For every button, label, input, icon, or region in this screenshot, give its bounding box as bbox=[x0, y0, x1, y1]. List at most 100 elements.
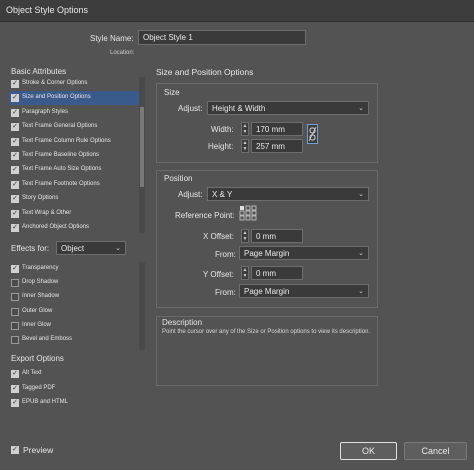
chevron-down-icon: ⌄ bbox=[358, 250, 364, 257]
y-offset-stepper[interactable]: ▲ ▼ bbox=[241, 266, 249, 280]
list-item-label: Size and Position Options bbox=[22, 94, 91, 101]
checkbox[interactable] bbox=[11, 307, 19, 316]
export-options-header: Export Options bbox=[11, 354, 64, 363]
checkbox[interactable]: ✓ bbox=[11, 152, 19, 160]
cancel-button[interactable]: Cancel bbox=[404, 442, 467, 460]
list-item[interactable]: ✓ Paragraph Styles bbox=[9, 106, 143, 120]
list-item[interactable]: Bevel and Emboss bbox=[9, 333, 143, 347]
list-item[interactable]: ✓ Alt Text bbox=[9, 367, 143, 381]
list-item[interactable]: Inner Glow bbox=[9, 319, 143, 333]
size-header: Size bbox=[164, 88, 180, 97]
checkbox[interactable]: ✓ bbox=[11, 180, 19, 189]
checkbox[interactable]: ✓ bbox=[11, 166, 19, 175]
width-label: Width: bbox=[211, 125, 234, 134]
checkbox[interactable] bbox=[11, 279, 19, 288]
checkbox[interactable]: ✓ bbox=[11, 195, 19, 204]
export-options-list: ✓ Alt Text ✓ Tagged PDF ✓ EPUB and HTML bbox=[9, 367, 145, 415]
window-title: Object Style Options bbox=[6, 5, 89, 15]
list-item-label: Text Frame Footnote Options bbox=[22, 180, 100, 187]
list-scrollbar-thumb[interactable] bbox=[140, 107, 144, 187]
reference-point-selector[interactable] bbox=[239, 205, 257, 221]
x-from-value: Page Margin bbox=[244, 249, 290, 258]
list-item[interactable]: Drop Shadow bbox=[9, 276, 143, 290]
checkbox[interactable]: ✓ bbox=[11, 123, 19, 132]
list-item-label: Text Wrap & Other bbox=[22, 209, 72, 216]
list-item-label: Paragraph Styles bbox=[22, 108, 69, 115]
y-offset-input[interactable]: 0 mm bbox=[251, 266, 303, 280]
preview-label: Preview bbox=[23, 445, 54, 455]
checkbox[interactable] bbox=[11, 321, 19, 330]
checkbox[interactable]: ✓ bbox=[11, 370, 19, 378]
effects-list: ✓ Transparency Drop Shadow Inner Shadow Oute… bbox=[9, 262, 145, 350]
constrain-proportions-toggle[interactable] bbox=[307, 124, 318, 144]
x-from-label: From: bbox=[215, 250, 236, 259]
description-header: Description bbox=[162, 318, 203, 327]
list-item[interactable]: ✓ Story Options bbox=[9, 192, 143, 206]
effects-for-select[interactable]: Object ⌄ bbox=[56, 241, 126, 255]
checkbox[interactable]: ✓ bbox=[11, 224, 19, 232]
x-from-select[interactable]: Page Margin ⌄ bbox=[239, 246, 369, 260]
x-offset-label: X Offset: bbox=[203, 232, 234, 241]
x-offset-input[interactable]: 0 mm bbox=[251, 229, 303, 243]
checkbox[interactable]: ✓ bbox=[11, 399, 19, 408]
checkbox[interactable] bbox=[11, 336, 19, 344]
checkbox[interactable]: ✓ bbox=[11, 80, 19, 88]
list-item[interactable]: Outer Glow bbox=[9, 305, 143, 319]
checkbox[interactable] bbox=[11, 293, 19, 302]
list-item-label: Inner Glow bbox=[22, 321, 52, 328]
position-header: Position bbox=[164, 174, 193, 183]
list-item[interactable]: ✓ Anchored Object Options bbox=[9, 221, 143, 233]
list-item-label: Alt Text bbox=[22, 370, 42, 376]
chevron-down-icon: ⌄ bbox=[115, 245, 121, 252]
preview-checkbox[interactable]: ✓ Preview bbox=[9, 443, 79, 457]
checkbox[interactable]: ✓ bbox=[11, 108, 19, 117]
checkbox[interactable]: ✓ bbox=[11, 384, 19, 393]
list-item-label: Tagged PDF bbox=[22, 384, 56, 391]
position-adjust-select[interactable]: X & Y ⌄ bbox=[207, 187, 369, 201]
width-input[interactable]: 170 mm bbox=[251, 122, 303, 136]
chevron-down-icon: ⌄ bbox=[358, 191, 364, 198]
height-input[interactable]: 257 mm bbox=[251, 139, 303, 153]
list-item-label: Transparency bbox=[22, 265, 59, 271]
ok-button[interactable]: OK bbox=[340, 442, 397, 460]
list-item[interactable]: ✓ Text Frame Footnote Options bbox=[9, 178, 143, 192]
list-item-label: Text Frame General Options bbox=[22, 123, 98, 130]
list-item-label: Inner Shadow bbox=[22, 293, 60, 300]
list-item-label: Anchored Object Options bbox=[22, 224, 90, 230]
list-item[interactable]: ✓ Text Frame Baseline Options bbox=[9, 149, 143, 163]
list-item[interactable]: ✓ Tagged PDF bbox=[9, 382, 143, 396]
reference-point-label: Reference Point: bbox=[175, 211, 235, 220]
checkbox[interactable]: ✓ bbox=[11, 209, 19, 218]
list-item[interactable]: ✓ Size and Position Options bbox=[9, 91, 143, 106]
list-item[interactable]: ✓ Stroke & Corner Options bbox=[9, 77, 143, 91]
position-adjust-label: Adjust: bbox=[178, 190, 203, 199]
checkbox[interactable]: ✓ bbox=[11, 94, 19, 103]
y-offset-label: Y Offset: bbox=[203, 270, 234, 279]
checkbox[interactable]: ✓ bbox=[11, 265, 19, 273]
list-item[interactable]: ✓ EPUB and HTML bbox=[9, 396, 143, 410]
height-stepper[interactable]: ▲ ▼ bbox=[241, 139, 249, 153]
size-adjust-select[interactable]: Height & Width ⌄ bbox=[207, 101, 369, 115]
size-adjust-value: Height & Width bbox=[212, 104, 266, 113]
style-name-label: Style Name: bbox=[90, 34, 134, 43]
effects-scrollbar[interactable] bbox=[139, 262, 145, 350]
width-stepper[interactable]: ▲ ▼ bbox=[241, 122, 249, 136]
location-label: Location: bbox=[110, 50, 135, 56]
list-item[interactable]: ✓ Text Frame General Options bbox=[9, 120, 143, 134]
effects-for-value: Object bbox=[61, 244, 85, 253]
list-item-label: EPUB and HTML bbox=[22, 399, 69, 406]
list-item-label: Drop Shadow bbox=[22, 279, 59, 286]
list-item[interactable]: ✓ Text Wrap & Other bbox=[9, 207, 143, 221]
list-item[interactable]: ✓ Text Frame Column Rule Options bbox=[9, 135, 143, 149]
list-scrollbar[interactable] bbox=[139, 77, 145, 233]
checkbox[interactable]: ✓ bbox=[11, 137, 19, 146]
y-from-label: From: bbox=[215, 288, 236, 297]
list-item[interactable]: Inner Shadow bbox=[9, 290, 143, 304]
list-item[interactable]: ✓ Transparency bbox=[9, 262, 143, 276]
x-offset-stepper[interactable]: ▲ ▼ bbox=[241, 229, 249, 243]
style-name-input[interactable]: Object Style 1 bbox=[138, 30, 306, 45]
list-item-label: Text Frame Baseline Options bbox=[22, 152, 100, 158]
y-from-select[interactable]: Page Margin ⌄ bbox=[239, 284, 369, 298]
size-adjust-label: Adjust: bbox=[178, 104, 203, 113]
list-item[interactable]: ✓ Text Frame Auto Size Options bbox=[9, 163, 143, 177]
